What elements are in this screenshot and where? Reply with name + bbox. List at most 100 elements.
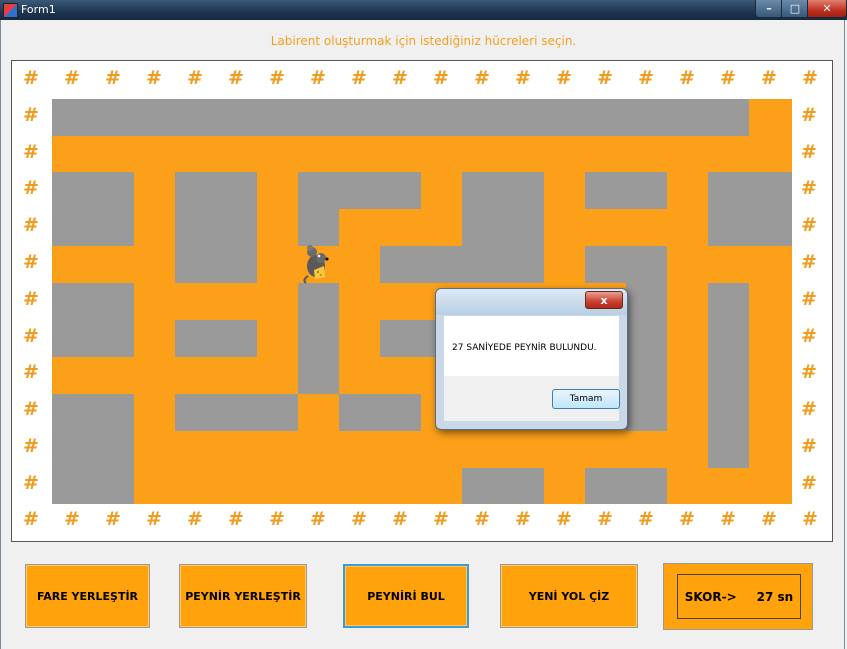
place-cheese-button[interactable]: PEYNİR YERLEŞTİR	[179, 564, 307, 628]
minimize-button[interactable]: –	[755, 0, 783, 18]
fence-icon: #	[433, 508, 449, 530]
fence-icon: #	[720, 508, 736, 530]
brick-wall-icon[interactable]	[585, 246, 667, 283]
fence-icon: #	[597, 508, 613, 530]
fence-icon: #	[392, 67, 408, 89]
message-dialog: x 27 SANİYEDE PEYNİR BULUNDU. Tamam	[435, 288, 628, 430]
brick-wall-icon[interactable]	[52, 283, 134, 357]
mouse-icon	[303, 245, 329, 284]
fence-icon: #	[64, 508, 80, 530]
fence-icon: #	[146, 67, 162, 89]
fence-icon: #	[801, 251, 817, 273]
fence-icon: #	[761, 67, 777, 89]
brick-wall-icon[interactable]	[626, 283, 667, 357]
fence-icon: #	[392, 508, 408, 530]
fence-icon: #	[761, 508, 777, 530]
maze-path-area[interactable]	[52, 99, 792, 504]
dialog-close-button[interactable]: x	[585, 291, 623, 309]
brick-wall-icon[interactable]	[462, 468, 544, 504]
brick-wall-icon[interactable]	[626, 357, 667, 431]
fence-icon: #	[801, 435, 817, 457]
fence-icon: #	[515, 67, 531, 89]
fence-icon: #	[801, 287, 817, 310]
fence-icon: #	[638, 67, 654, 89]
fence-icon: #	[23, 324, 39, 347]
fence-icon: #	[515, 508, 531, 530]
fence-icon: #	[801, 140, 817, 163]
score-panel: SKOR-> 27 sn	[663, 563, 813, 630]
brick-wall-icon[interactable]	[52, 99, 749, 136]
fence-icon: #	[556, 508, 572, 530]
brick-wall-icon[interactable]	[175, 172, 257, 246]
close-button[interactable]: ✕	[807, 0, 847, 18]
fence-icon: #	[23, 361, 39, 384]
fence-icon: #	[310, 67, 326, 89]
fence-icon: #	[802, 67, 818, 89]
brick-wall-icon[interactable]	[298, 283, 339, 394]
brick-wall-icon[interactable]	[339, 394, 421, 431]
fence-icon: #	[23, 177, 39, 200]
brick-wall-icon[interactable]	[175, 394, 298, 431]
dialog-ok-button[interactable]: Tamam	[552, 389, 620, 409]
score-value: 27 sn	[756, 589, 794, 604]
brick-wall-icon[interactable]	[585, 468, 667, 504]
fence-icon: #	[23, 508, 39, 530]
fence-icon: #	[23, 435, 39, 457]
maze-board[interactable]: # # # # # # # # # # # # # # # # # # # # # # # # # # # # # # # # # # # # # # # #…	[11, 60, 833, 542]
brick-wall-icon[interactable]	[380, 246, 544, 283]
fence-icon: #	[269, 67, 285, 89]
fence-icon: #	[801, 361, 817, 384]
fence-icon: #	[801, 324, 817, 347]
fence-icon: #	[433, 67, 449, 89]
fence-icon: #	[23, 287, 39, 310]
fence-icon: #	[310, 508, 326, 530]
brick-wall-icon[interactable]	[298, 209, 339, 246]
brick-wall-icon[interactable]	[298, 172, 421, 209]
fence-icon: #	[679, 508, 695, 530]
place-mouse-button[interactable]: FARE YERLEŞTİR	[25, 564, 150, 628]
brick-wall-icon[interactable]	[175, 320, 257, 357]
maximize-button[interactable]: □	[781, 0, 809, 18]
dialog-footer: Tamam	[444, 376, 620, 421]
instruction-label: Labirent oluşturmak için istediğiniz hüc…	[270, 34, 577, 48]
fence-icon: #	[801, 214, 817, 237]
score-label: SKOR->	[684, 589, 737, 604]
fence-icon: #	[801, 471, 817, 494]
fence-icon: #	[23, 251, 39, 273]
fence-icon: #	[23, 67, 39, 89]
fence-icon: #	[638, 508, 654, 530]
brick-wall-icon[interactable]	[708, 283, 749, 468]
fence-icon: #	[228, 67, 244, 89]
fence-icon: #	[351, 508, 367, 530]
brick-wall-icon[interactable]	[52, 172, 134, 246]
dialog-message: 27 SANİYEDE PEYNİR BULUNDU.	[452, 343, 597, 353]
title-bar: Form1 – □ ✕	[0, 0, 847, 20]
fence-icon: #	[23, 214, 39, 237]
fence-icon: #	[801, 177, 817, 200]
fence-icon: #	[187, 67, 203, 89]
brick-wall-icon[interactable]	[585, 172, 667, 209]
fence-icon: #	[105, 508, 121, 530]
fence-icon: #	[556, 67, 572, 89]
brick-wall-icon[interactable]	[52, 394, 134, 504]
brick-wall-icon[interactable]	[708, 172, 792, 246]
fence-icon: #	[802, 508, 818, 530]
fence-icon: #	[228, 508, 244, 530]
fence-icon: #	[187, 508, 203, 530]
fence-icon: #	[801, 398, 817, 421]
new-path-button[interactable]: YENİ YOL ÇİZ	[500, 564, 638, 628]
fence-icon: #	[474, 67, 490, 89]
fence-icon: #	[597, 67, 613, 89]
fence-icon: #	[351, 67, 367, 89]
app-icon[interactable]	[3, 3, 18, 18]
fence-icon: #	[23, 140, 39, 163]
fence-icon: #	[679, 67, 695, 89]
fence-icon: #	[23, 103, 39, 126]
brick-wall-icon[interactable]	[462, 172, 544, 246]
fence-icon: #	[269, 508, 285, 530]
brick-wall-icon[interactable]	[175, 246, 257, 283]
fence-icon: #	[105, 67, 121, 89]
fence-icon: #	[23, 471, 39, 494]
find-cheese-button[interactable]: PEYNİRİ BUL	[343, 564, 469, 628]
fence-icon: #	[146, 508, 162, 530]
